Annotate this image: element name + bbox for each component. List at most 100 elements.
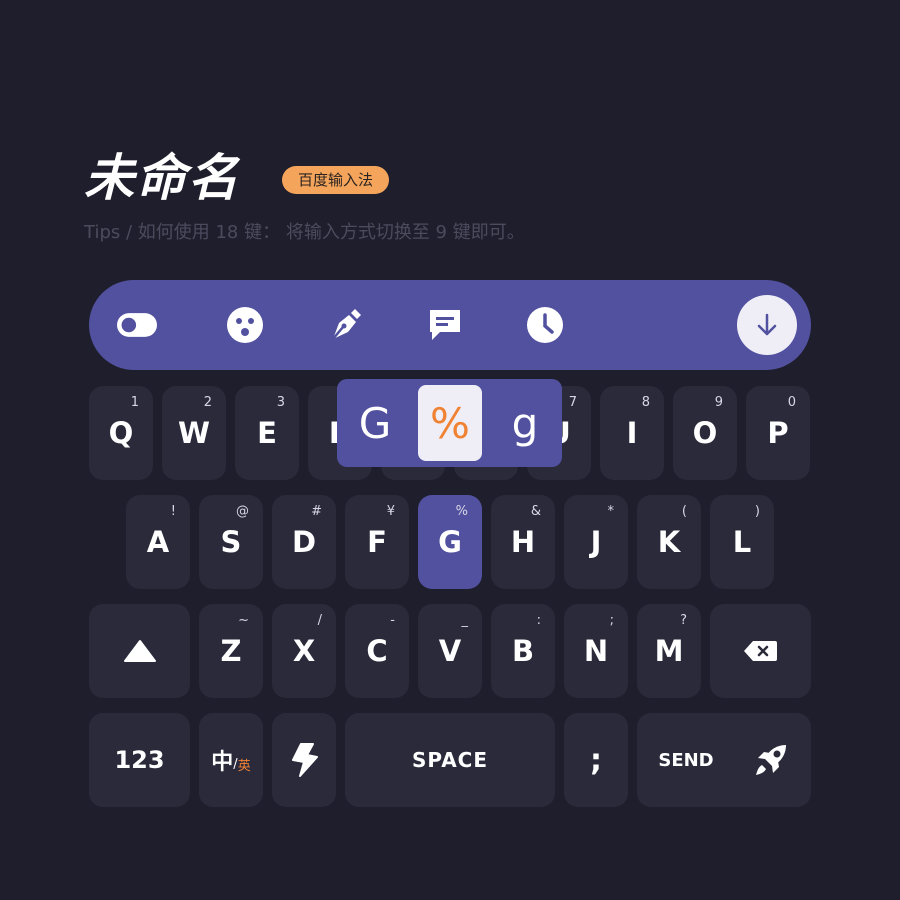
send-button[interactable]: SEND: [637, 713, 811, 807]
key-k[interactable]: ( K: [637, 495, 701, 589]
key-j[interactable]: * J: [564, 495, 628, 589]
key-symbol: %: [455, 504, 468, 519]
key-d[interactable]: # D: [272, 495, 336, 589]
key-g-pressed[interactable]: % G: [418, 495, 482, 589]
quick-action-button[interactable]: [272, 713, 336, 807]
key-n[interactable]: ; N: [564, 604, 628, 698]
key-label: I: [626, 416, 638, 450]
popup-option-selected[interactable]: %: [418, 385, 482, 461]
collapse-keyboard-button[interactable]: [737, 295, 797, 355]
key-q[interactable]: 1 Q: [89, 386, 153, 480]
key-s[interactable]: @ S: [199, 495, 263, 589]
key-symbol: ¥: [386, 504, 395, 519]
key-b[interactable]: : B: [491, 604, 555, 698]
key-symbol: &: [530, 504, 541, 519]
lang-en-label: 英: [237, 758, 251, 774]
key-f[interactable]: ¥ F: [345, 495, 409, 589]
key-label: O: [692, 416, 718, 450]
key-label: W: [178, 416, 210, 450]
key-symbol: ): [754, 504, 760, 519]
key-o[interactable]: 9 O: [673, 386, 737, 480]
key-label: H: [510, 525, 536, 559]
key-label: E: [257, 416, 277, 450]
key-v[interactable]: _ V: [418, 604, 482, 698]
key-label: X: [292, 634, 316, 668]
key-symbol: @: [236, 504, 249, 519]
key-label: ;: [590, 742, 602, 778]
key-label: J: [590, 525, 602, 559]
key-w[interactable]: 2 W: [162, 386, 226, 480]
shift-button[interactable]: [89, 604, 190, 698]
key-e[interactable]: 3 E: [235, 386, 299, 480]
key-label: P: [767, 416, 789, 450]
key-x[interactable]: / X: [272, 604, 336, 698]
key-symbol: *: [607, 504, 615, 519]
key-semicolon[interactable]: ;: [564, 713, 628, 807]
key-symbol: ;: [609, 613, 614, 628]
key-c[interactable]: - C: [345, 604, 409, 698]
page-title: 未命名: [84, 149, 240, 207]
chat-icon[interactable]: [425, 305, 465, 345]
key-symbol: 2: [203, 395, 212, 410]
keyboard-toolbar: [89, 280, 811, 370]
key-z[interactable]: ~ Z: [199, 604, 263, 698]
send-label: SEND: [658, 749, 714, 771]
key-label: G: [438, 525, 462, 559]
key-symbol: 8: [641, 395, 650, 410]
emoji-icon[interactable]: [225, 305, 265, 345]
key-m[interactable]: ? M: [637, 604, 701, 698]
key-p[interactable]: 0 P: [746, 386, 810, 480]
backspace-icon: [743, 641, 777, 661]
key-symbol: -: [390, 613, 395, 628]
key-symbol: 7: [568, 395, 577, 410]
key-symbol: 3: [276, 395, 285, 410]
space-button[interactable]: SPACE: [345, 713, 555, 807]
key-label: C: [366, 634, 388, 668]
key-label: L: [732, 525, 752, 559]
toggle-icon[interactable]: [117, 305, 157, 345]
key-symbol: 0: [787, 395, 796, 410]
key-label: B: [511, 634, 535, 668]
popup-option[interactable]: g: [493, 385, 557, 461]
backspace-button[interactable]: [710, 604, 811, 698]
language-toggle-button[interactable]: 中 / 英: [199, 713, 263, 807]
key-l[interactable]: ) L: [710, 495, 774, 589]
key-i[interactable]: 8 I: [600, 386, 664, 480]
key-label: F: [367, 525, 387, 559]
lightning-icon: [292, 743, 318, 777]
numbers-label: 123: [114, 746, 165, 774]
key-symbol: /: [317, 613, 322, 628]
key-symbol: #: [311, 504, 322, 519]
lang-cn-label: 中: [211, 750, 234, 775]
key-label: S: [220, 525, 242, 559]
numbers-button[interactable]: 123: [89, 713, 190, 807]
key-a[interactable]: ! A: [126, 495, 190, 589]
key-symbol: !: [170, 504, 176, 519]
popup-option[interactable]: G: [343, 385, 407, 461]
key-label: A: [146, 525, 170, 559]
key-symbol: :: [536, 613, 541, 628]
key-label: Q: [108, 416, 134, 450]
key-label: D: [291, 525, 317, 559]
clock-icon[interactable]: [525, 305, 565, 345]
key-label: Z: [220, 634, 242, 668]
pen-icon[interactable]: [325, 305, 365, 345]
key-label: M: [654, 634, 684, 668]
app-badge: 百度输入法: [282, 166, 390, 194]
key-symbol: 1: [130, 395, 139, 410]
shift-icon: [123, 640, 156, 662]
key-label: N: [583, 634, 609, 668]
tips-text: Tips / 如何使用 18 键： 将输入方式切换至 9 键即可。: [84, 222, 525, 243]
key-symbol: _: [461, 613, 469, 628]
long-press-popup: G % g: [337, 379, 562, 467]
space-label: SPACE: [411, 748, 489, 772]
key-symbol: (: [681, 504, 687, 519]
key-label: K: [657, 525, 681, 559]
key-symbol: 9: [714, 395, 723, 410]
key-symbol: ?: [680, 613, 687, 628]
rocket-icon: [755, 745, 786, 775]
key-label: V: [438, 634, 462, 668]
arrow-down-icon: [757, 313, 777, 336]
key-symbol: ~: [238, 613, 249, 628]
key-h[interactable]: & H: [491, 495, 555, 589]
